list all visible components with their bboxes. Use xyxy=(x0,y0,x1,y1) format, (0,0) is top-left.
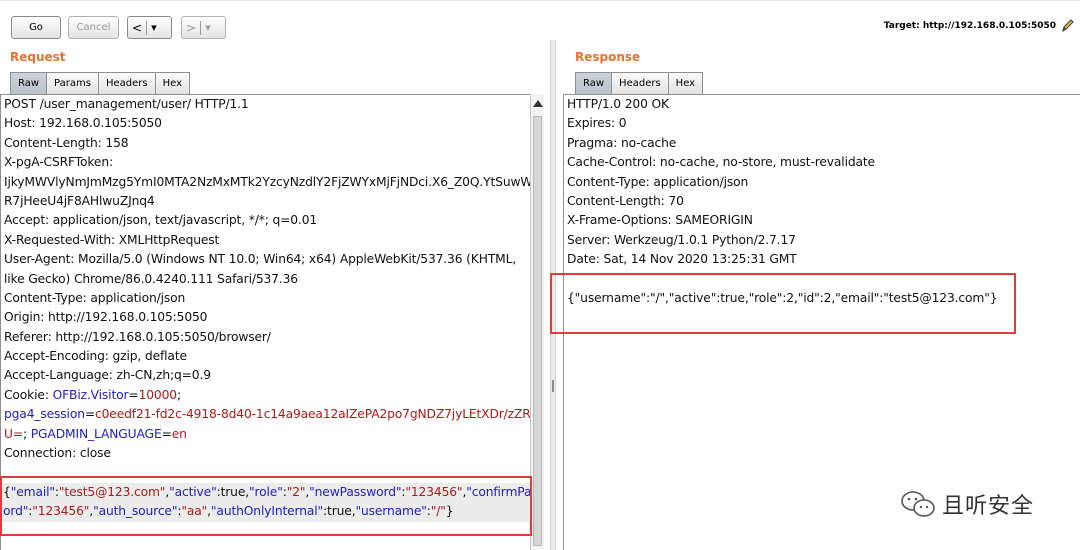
response-title: Response xyxy=(575,50,641,64)
cookie-key: OFBiz.Visitor xyxy=(52,387,129,402)
watermark-text: 且听安全 xyxy=(942,494,1035,519)
tab-raw[interactable]: Raw xyxy=(10,72,48,94)
response-line: Content-Length: 70 xyxy=(567,193,684,208)
json-value: true xyxy=(327,504,352,519)
cookie-value: c0eedf21-fd2c-4918-8d40-1c14a9aea12aIZeP… xyxy=(95,407,530,422)
panel-splitter[interactable] xyxy=(550,40,556,550)
cookie-eq: = xyxy=(84,407,95,422)
request-line: Content-Type: application/json xyxy=(4,290,186,305)
cookie-line: pga4_session=c0eedf21-fd2c-4918-8d40-1c1… xyxy=(1,405,530,424)
request-title: Request xyxy=(10,50,66,64)
splitter-grip-icon[interactable] xyxy=(552,380,554,392)
cookie-eq: = xyxy=(128,387,139,402)
pencil-icon[interactable] xyxy=(1060,17,1076,35)
request-line: Referer: http://192.168.0.105:5050/brows… xyxy=(4,329,271,344)
json-brace: } xyxy=(445,504,454,519)
tab-headers[interactable]: Headers xyxy=(97,72,156,94)
tab-raw[interactable]: Raw xyxy=(575,72,613,94)
request-line: R7jHeeU4jF8AHlwuZJnq4 xyxy=(4,193,155,208)
watermark: 且听安全 xyxy=(900,488,1034,520)
request-line: IjkyMWVlyNmJmMzg5YmI0MTA2NzMxMTk2YzcyNzd… xyxy=(4,174,530,189)
response-line: Pragma: no-cache xyxy=(567,135,677,150)
back-arrow-icon: < xyxy=(131,20,143,35)
response-line: Expires: 0 xyxy=(567,116,627,131)
json-value: "123456" xyxy=(32,504,90,519)
cookie-sep: ; xyxy=(176,387,181,402)
response-line: Date: Sat, 14 Nov 2020 13:25:31 GMT xyxy=(567,252,797,267)
request-line: Accept-Language: zh-CN,zh;q=0.9 xyxy=(4,368,211,383)
cookie-sep: ; xyxy=(23,426,31,441)
request-line: Content-Length: 158 xyxy=(4,135,129,150)
response-editor[interactable]: HTTP/1.0 200 OK Expires: 0 Pragma: no-ca… xyxy=(563,94,1080,550)
json-key: "newPassword" xyxy=(309,484,402,499)
tab-hex[interactable]: Hex xyxy=(154,72,190,94)
response-line: X-Frame-Options: SAMEORIGIN xyxy=(567,213,753,228)
dropdown-arrow-icon[interactable]: ▼ xyxy=(201,24,215,32)
response-line: Server: Werkzeug/1.0.1 Python/2.7.17 xyxy=(567,232,796,247)
cookie-key: PGADMIN_LANGUAGE xyxy=(30,426,162,441)
cookie-value: U= xyxy=(4,426,24,441)
tab-params[interactable]: Params xyxy=(46,72,99,94)
response-line: Content-Type: application/json xyxy=(567,174,749,189)
tab-hex[interactable]: Hex xyxy=(667,72,704,94)
response-tabs: Raw Headers Hex xyxy=(575,72,704,94)
json-key: ord" xyxy=(3,504,29,519)
json-value: "123456" xyxy=(405,484,463,499)
cancel-button[interactable]: Cancel xyxy=(68,16,119,39)
json-key: "confirmPassw xyxy=(466,484,530,499)
toolbar: Go Cancel < ▼ > ▼ Target: http://192.168… xyxy=(0,0,1080,50)
cookie-line: U=; PGADMIN_LANGUAGE=en xyxy=(1,425,530,444)
request-line: like Gecko) Chrome/86.0.4240.111 Safari/… xyxy=(4,271,298,286)
request-line: Host: 192.168.0.105:5050 xyxy=(4,116,162,131)
cookie-key: pga4_session xyxy=(4,407,85,422)
response-line: Cache-Control: no-cache, no-store, must-… xyxy=(567,155,875,170)
cookie-value: 10000 xyxy=(138,387,178,402)
json-body-line: ord":"123456","auth_source":"aa","authOn… xyxy=(1,502,530,522)
request-line: X-Requested-With: XMLHttpRequest xyxy=(4,232,220,247)
go-button[interactable]: Go xyxy=(11,16,61,39)
json-key: "role" xyxy=(249,484,283,499)
json-key: "email" xyxy=(10,484,55,499)
json-brace: { xyxy=(3,484,11,499)
forward-button[interactable]: > ▼ xyxy=(181,16,226,39)
json-key: "username" xyxy=(355,504,427,519)
wechat-icon xyxy=(901,491,935,517)
json-value: "/" xyxy=(430,504,446,519)
response-body: {"username":"/","active":true,"role":2,"… xyxy=(567,290,998,305)
forward-arrow-icon: > xyxy=(185,20,197,35)
request-line: User-Agent: Mozilla/5.0 (Windows NT 10.0… xyxy=(4,252,517,267)
request-line: Accept-Encoding: gzip, deflate xyxy=(4,349,187,364)
target-label: Target: http://192.168.0.105:5050 xyxy=(883,21,1056,31)
cookie-value: en xyxy=(171,426,187,441)
dropdown-arrow-icon[interactable]: ▼ xyxy=(147,24,161,32)
scroll-up-icon[interactable] xyxy=(533,100,543,107)
json-value: true xyxy=(220,484,246,499)
request-line: Origin: http://192.168.0.105:5050 xyxy=(4,310,208,325)
cookie-line: Cookie: OFBiz.Visitor=10000; xyxy=(1,386,530,405)
request-line: POST /user_management/user/ HTTP/1.1 xyxy=(4,97,249,111)
tab-headers[interactable]: Headers xyxy=(611,72,669,94)
json-key: "authOnlyInternal" xyxy=(210,504,324,519)
cookie-prefix: Cookie: xyxy=(4,387,53,402)
request-tabs: Raw Params Headers Hex xyxy=(10,72,190,94)
request-scrollbar[interactable] xyxy=(530,94,544,550)
json-key: "active" xyxy=(169,484,217,499)
json-value: "aa" xyxy=(181,504,208,519)
response-line: HTTP/1.0 200 OK xyxy=(567,97,669,111)
scroll-thumb[interactable] xyxy=(533,116,542,546)
json-value: "test5@123.com" xyxy=(58,484,166,499)
json-key: "auth_source" xyxy=(93,504,178,519)
request-line: X-pgA-CSRFToken: xyxy=(4,155,113,170)
json-body-line: {"email":"test5@123.com","active":true,"… xyxy=(1,482,530,503)
cookie-eq: = xyxy=(161,426,172,441)
request-line: Accept: application/json, text/javascrip… xyxy=(4,213,318,228)
request-editor[interactable]: POST /user_management/user/ HTTP/1.1 Hos… xyxy=(0,94,530,550)
back-button[interactable]: < ▼ xyxy=(127,16,172,39)
request-line: Connection: close xyxy=(4,446,111,461)
json-value: "2" xyxy=(286,484,306,499)
